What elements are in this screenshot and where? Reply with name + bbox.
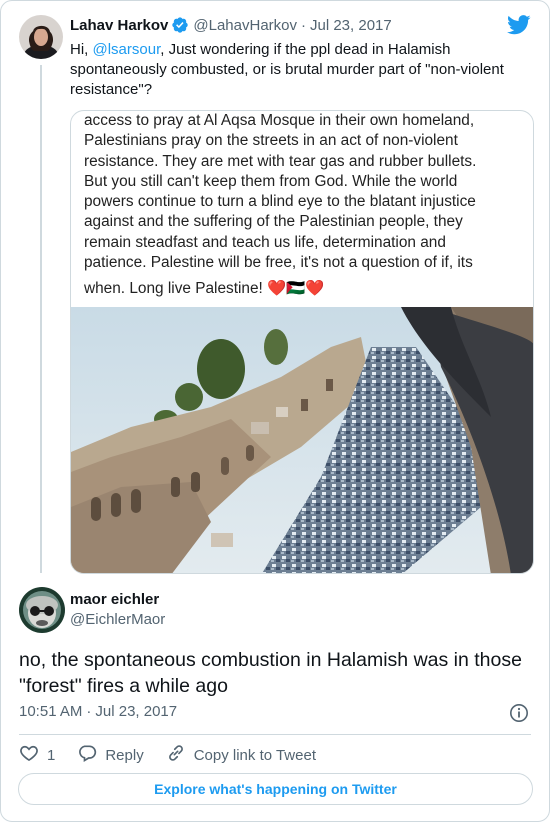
parent-author-avatar[interactable] xyxy=(19,15,63,59)
actions-divider xyxy=(19,734,531,735)
parent-author-name[interactable]: Lahav Harkov xyxy=(70,17,168,34)
parent-text-before: Hi, xyxy=(70,41,93,58)
heart-icon xyxy=(19,743,47,767)
meta-separator: · xyxy=(86,703,92,720)
parent-tweet-header: Lahav Harkov @LahavHarkov · Jul 23, 2017 xyxy=(70,16,392,34)
parent-tweet-date[interactable]: Jul 23, 2017 xyxy=(310,17,392,34)
image-text-line: Palestinians pray on the streets in an a… xyxy=(84,132,458,150)
mention-link[interactable]: @lsarsour xyxy=(93,41,161,58)
reply-timestamp[interactable]: 10:51 AM · Jul 23, 2017 xyxy=(19,703,177,720)
embedded-tweet-card: Lahav Harkov @LahavHarkov · Jul 23, 2017… xyxy=(0,0,550,822)
image-text-block: access to pray at Al Aqsa Mosque in thei… xyxy=(84,111,524,300)
link-icon xyxy=(166,743,194,767)
reply-button[interactable]: Reply xyxy=(77,743,144,767)
info-icon[interactable] xyxy=(509,703,529,728)
image-text-line: powers continue to turn a blind eye to t… xyxy=(84,193,476,211)
parent-author-handle[interactable]: @LahavHarkov xyxy=(193,17,297,34)
thread-connector-line xyxy=(40,65,42,573)
explore-twitter-button[interactable]: Explore what's happening on Twitter xyxy=(18,773,533,805)
image-text-line: remain steadfast and teach us life, dete… xyxy=(84,233,446,251)
reply-date[interactable]: Jul 23, 2017 xyxy=(95,703,177,720)
street-prayer-photo xyxy=(71,307,533,573)
image-text-line: against and the suffering of the Palesti… xyxy=(84,213,463,231)
reply-tweet-text: no, the spontaneous combustion in Halami… xyxy=(19,649,522,697)
image-text-line: patience. Palestine will be free, it's n… xyxy=(84,254,473,272)
parent-tweet-text: Hi, @lsarsour, Just wondering if the ppl… xyxy=(70,40,520,100)
like-count: 1 xyxy=(47,746,56,764)
copy-link-label: Copy link to Tweet xyxy=(193,746,316,764)
reply-label: Reply xyxy=(105,746,144,764)
copy-link-button[interactable]: Copy link to Tweet xyxy=(166,743,316,767)
reply-time[interactable]: 10:51 AM xyxy=(19,703,82,720)
image-text-line: access to pray at Al Aqsa Mosque in thei… xyxy=(84,112,475,129)
verified-badge-icon xyxy=(171,16,189,34)
header-separator: · xyxy=(301,16,306,34)
reply-tweet-header: maor eichler @EichlerMaor xyxy=(70,590,165,630)
tweet-actions-bar: 1 Reply Copy link to Tweet xyxy=(19,743,338,767)
image-text-line: when. Long live Palestine! ❤️🇵🇸❤️ xyxy=(84,280,325,298)
twitter-bird-icon[interactable] xyxy=(507,15,531,40)
attached-image[interactable]: access to pray at Al Aqsa Mosque in thei… xyxy=(70,110,534,574)
like-button[interactable]: 1 xyxy=(19,743,55,767)
reply-author-name[interactable]: maor eichler xyxy=(70,590,165,610)
image-text-line: resistance. They are met with tear gas a… xyxy=(84,152,477,170)
reply-author-avatar[interactable] xyxy=(19,587,65,633)
reply-bubble-icon xyxy=(77,743,105,767)
reply-author-handle[interactable]: @EichlerMaor xyxy=(70,610,165,630)
image-text-line: But you still can't keep them from God. … xyxy=(84,172,458,190)
